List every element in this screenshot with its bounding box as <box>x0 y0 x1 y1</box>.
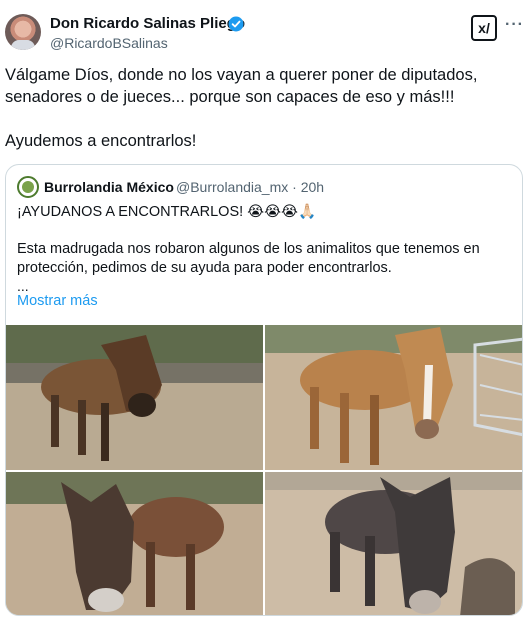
photo-2[interactable] <box>265 325 522 470</box>
post-line: Válgame Díos, donde no los vayan a quere… <box>5 66 478 84</box>
photo-4[interactable] <box>265 472 522 615</box>
post-line: senadores o de jueces... porque son capa… <box>5 88 455 106</box>
quoted-ellipsis: ... <box>17 278 29 294</box>
quoted-avatar <box>17 176 39 198</box>
quoted-handle-time: @Burrolandia_mx · 20h <box>176 179 325 195</box>
post-text: Válgame Díos, donde no los vayan a quere… <box>5 64 520 152</box>
more-options-icon[interactable]: ··· <box>505 16 524 34</box>
verified-badge-icon <box>228 16 244 32</box>
post-line: Ayudemos a encontrarlos! <box>5 132 197 150</box>
author-avatar[interactable] <box>5 14 41 50</box>
author-name[interactable]: Don Ricardo Salinas Pliego <box>50 15 245 32</box>
photo-1[interactable] <box>6 325 263 470</box>
photo-3[interactable] <box>6 472 263 615</box>
grok-icon[interactable]: x/ <box>471 15 497 41</box>
quoted-body: Esta madrugada nos robaron algunos de lo… <box>17 241 480 276</box>
post: Don Ricardo Salinas Pliego @RicardoBSali… <box>0 0 528 620</box>
quoted-author-name: Burrolandia México <box>44 179 174 195</box>
author-handle[interactable]: @RicardoBSalinas <box>50 35 168 51</box>
quoted-post[interactable]: Burrolandia México @Burrolandia_mx · 20h… <box>5 164 523 616</box>
quoted-title: ¡AYUDANOS A ENCONTRARLOS! 😭😭😭🙏🏻 <box>17 204 317 220</box>
show-more-link[interactable]: Mostrar más <box>17 293 98 309</box>
